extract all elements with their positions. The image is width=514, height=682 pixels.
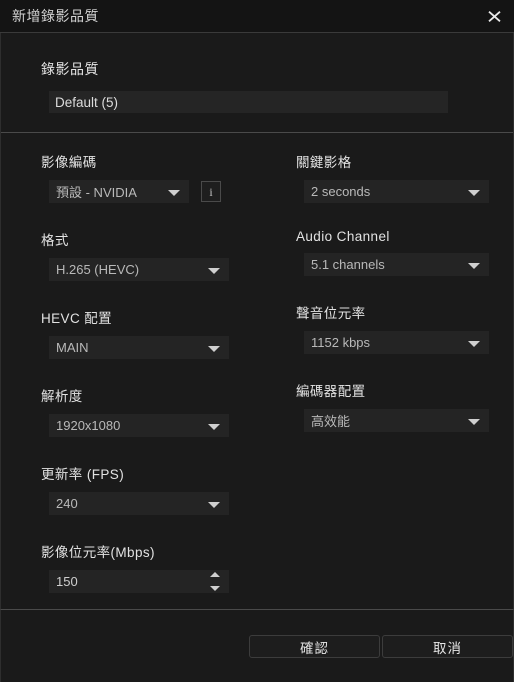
field-label-video-encoder: 影像編碼 [41, 155, 97, 170]
select-resolution[interactable]: 1920x1080 [49, 414, 229, 437]
settings-column-left: 影像編碼 預設 - NVIDIA i 格式 H.265 (HEVC) HEVC … [41, 151, 229, 619]
field-fps: 更新率 (FPS) 240 [41, 463, 229, 515]
select-hevc-profile[interactable]: MAIN [49, 336, 229, 359]
video-bitrate-stepper[interactable]: 150 [49, 570, 229, 593]
chevron-down-icon [168, 189, 180, 196]
dialog-titlebar: 新增錄影品質 [0, 0, 514, 33]
field-audio-bitrate: 聲音位元率 1152 kbps [296, 302, 489, 354]
chevron-down-icon [468, 189, 480, 196]
quality-name-section: 錄影品質 [1, 33, 513, 133]
field-label-audio-bitrate: 聲音位元率 [296, 306, 366, 321]
chevron-down-icon [208, 501, 220, 508]
field-label-format: 格式 [41, 233, 69, 248]
chevron-down-icon [208, 267, 220, 274]
chevron-down-icon [468, 262, 480, 269]
select-value-format: H.265 (HEVC) [56, 262, 140, 277]
field-keyframe: 關鍵影格 2 seconds [296, 151, 489, 203]
cancel-button[interactable]: 取消 [382, 635, 513, 658]
field-encoder-preset: 編碼器配置 高效能 [296, 380, 489, 432]
chevron-up-icon[interactable] [210, 572, 220, 577]
field-label-keyframe: 關鍵影格 [296, 155, 352, 170]
select-format[interactable]: H.265 (HEVC) [49, 258, 229, 281]
field-hevc-profile: HEVC 配置 MAIN [41, 307, 229, 359]
select-value-audio-bitrate: 1152 kbps [311, 335, 371, 350]
field-video-bitrate: 影像位元率(Mbps) 150 [41, 541, 229, 593]
select-fps[interactable]: 240 [49, 492, 229, 515]
select-encoder-preset[interactable]: 高效能 [304, 409, 489, 432]
field-label-video-bitrate: 影像位元率(Mbps) [41, 545, 155, 560]
dialog-body: 錄影品質 影像編碼 預設 - NVIDIA i [0, 33, 514, 609]
field-label-encoder-preset: 編碼器配置 [296, 384, 366, 399]
select-value-video-encoder: 預設 - NVIDIA [56, 185, 137, 200]
select-value-keyframe: 2 seconds [311, 184, 371, 199]
quality-name-input[interactable] [49, 91, 448, 113]
field-format: 格式 H.265 (HEVC) [41, 229, 229, 281]
video-bitrate-value: 150 [56, 574, 78, 589]
dialog-title: 新增錄影品質 [12, 8, 99, 24]
select-value-encoder-preset: 高效能 [311, 414, 351, 429]
select-value-hevc-profile: MAIN [56, 340, 89, 355]
confirm-button[interactable]: 確認 [249, 635, 380, 658]
dialog-footer: 確認 取消 [0, 609, 514, 682]
close-icon[interactable] [480, 3, 508, 30]
field-label-hevc-profile: HEVC 配置 [41, 311, 113, 326]
quality-section-label: 錄影品質 [41, 61, 99, 77]
chevron-down-icon [208, 423, 220, 430]
select-value-resolution: 1920x1080 [56, 418, 121, 433]
stepper-buttons[interactable] [208, 572, 222, 591]
chevron-down-icon [208, 345, 220, 352]
select-video-encoder[interactable]: 預設 - NVIDIA [49, 180, 189, 203]
field-audio-channel: Audio Channel 5.1 channels [296, 229, 489, 276]
info-icon-glyph: i [209, 184, 213, 199]
field-resolution: 解析度 1920x1080 [41, 385, 229, 437]
settings-column-right: 關鍵影格 2 seconds Audio Channel 5.1 channel… [296, 151, 489, 458]
chevron-down-icon [468, 418, 480, 425]
select-value-audio-channel: 5.1 channels [311, 257, 385, 272]
select-keyframe[interactable]: 2 seconds [304, 180, 489, 203]
field-label-fps: 更新率 (FPS) [41, 467, 125, 482]
select-value-fps: 240 [56, 496, 78, 511]
chevron-down-icon[interactable] [210, 586, 220, 591]
field-label-resolution: 解析度 [41, 389, 83, 404]
select-audio-bitrate[interactable]: 1152 kbps [304, 331, 489, 354]
field-video-encoder: 影像編碼 預設 - NVIDIA i [41, 151, 229, 203]
add-recording-quality-dialog: 新增錄影品質 錄影品質 影像編碼 預設 - NVIDIA [0, 0, 514, 682]
field-label-audio-channel: Audio Channel [296, 229, 390, 244]
info-icon[interactable]: i [201, 181, 221, 202]
settings-columns: 影像編碼 預設 - NVIDIA i 格式 H.265 (HEVC) HEVC … [1, 133, 513, 593]
chevron-down-icon [468, 340, 480, 347]
select-audio-channel[interactable]: 5.1 channels [304, 253, 489, 276]
